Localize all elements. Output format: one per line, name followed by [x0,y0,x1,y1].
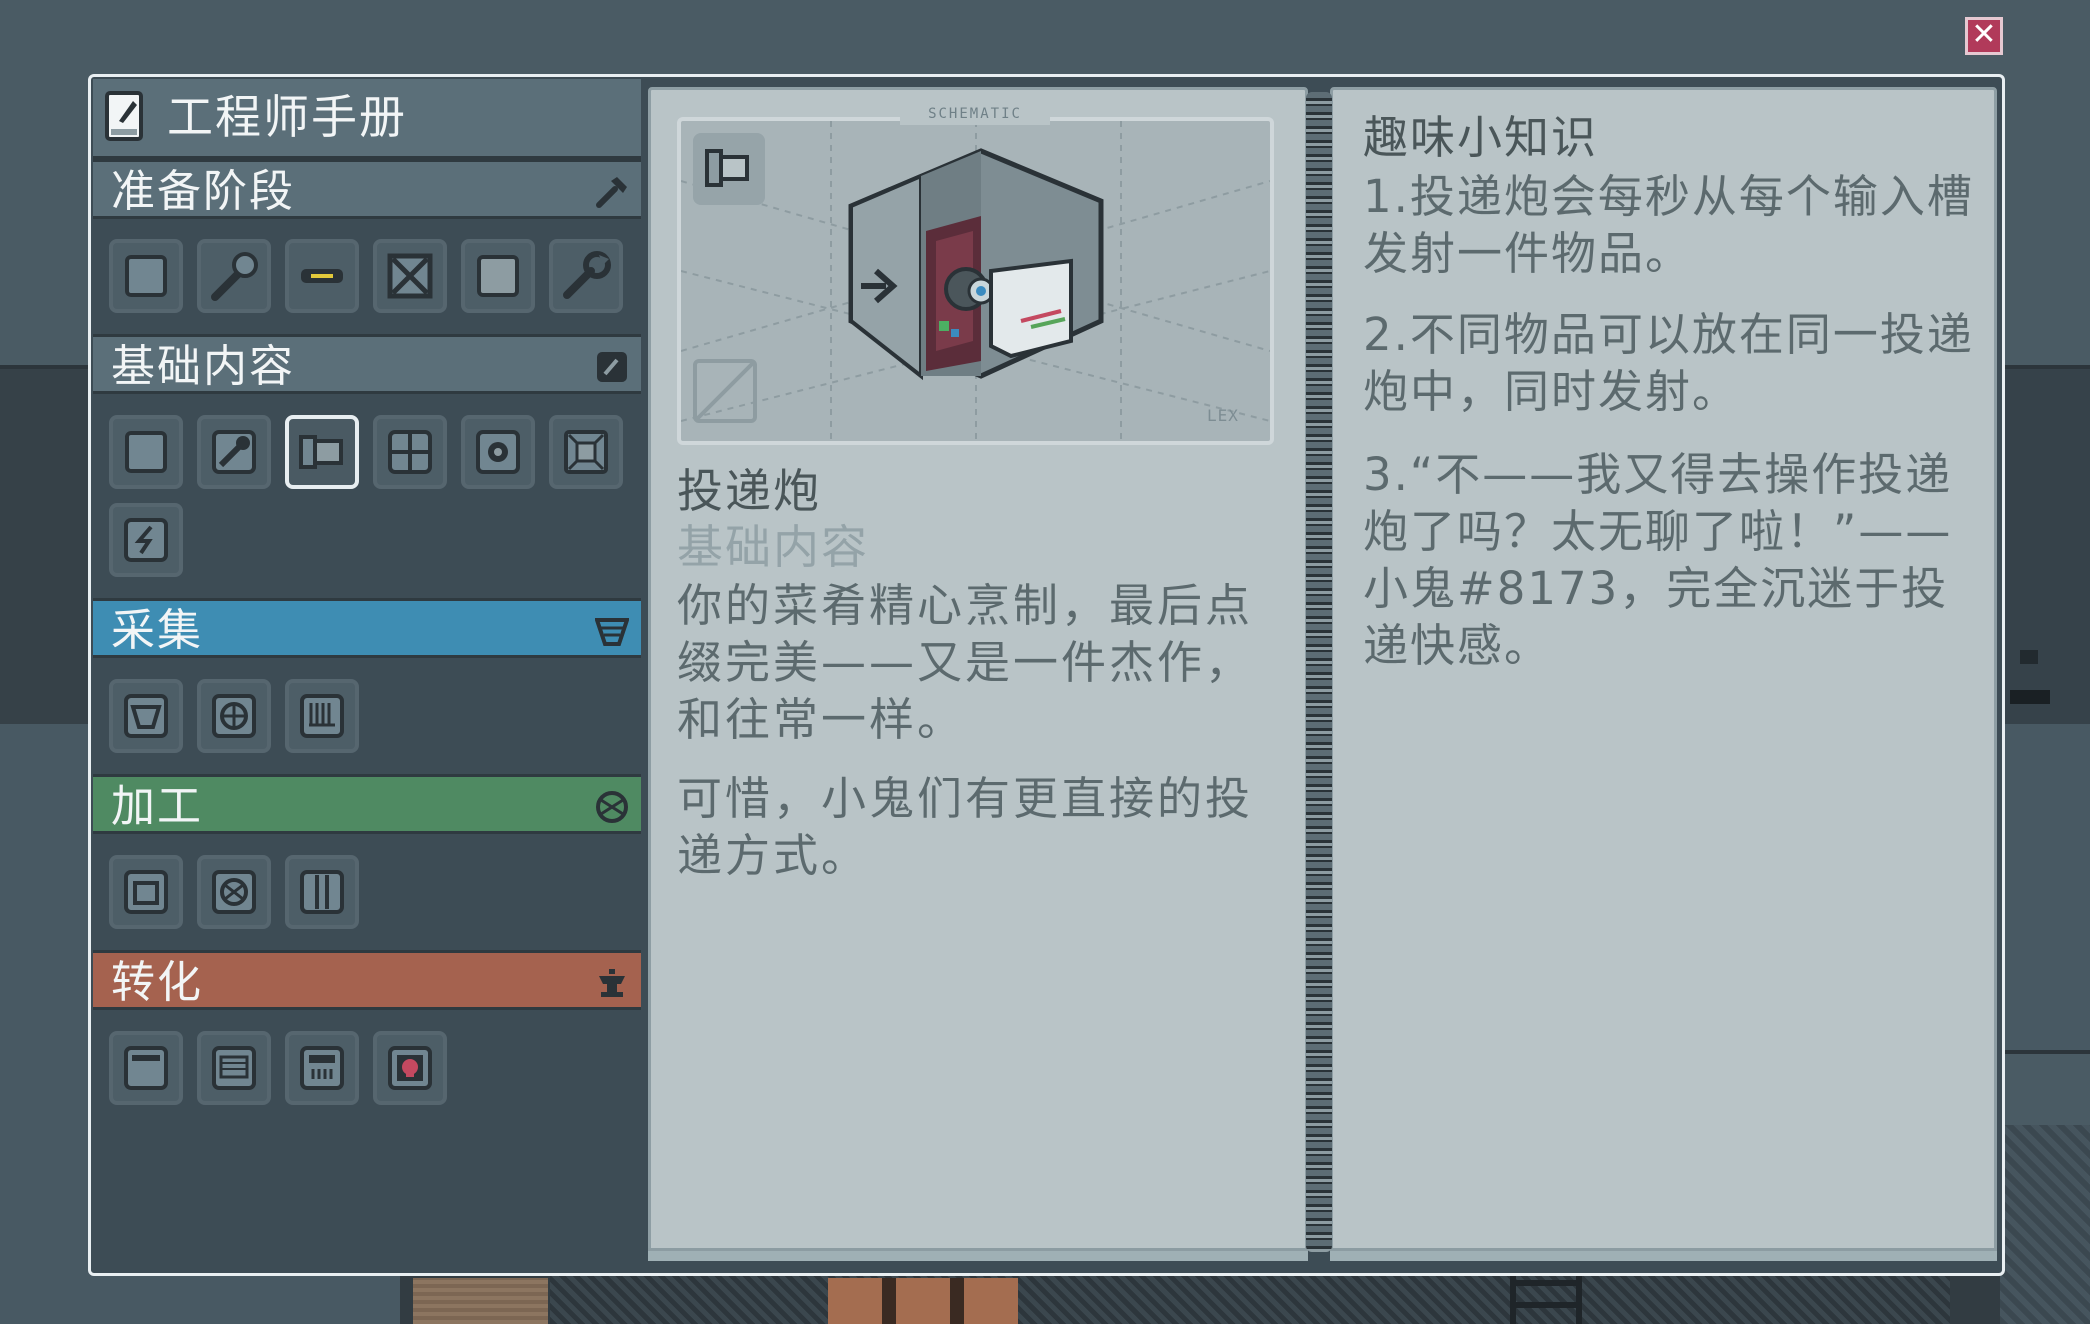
trivia-item: 3.“不——我又得去操作投递炮了吗？太无聊了啦！”——小鬼#8173，完全沉迷于… [1363,448,1953,672]
trivia-item: 2.不同物品可以放在同一投递炮中，同时发射。 [1363,308,1974,418]
cannon-icon [299,435,343,469]
item-description: 你的菜肴精心烹制，最后点缀完美——又是一件杰作，和往常一样。 [677,579,1254,746]
item-slot-cannon[interactable] [285,415,359,489]
item-slot-mesh[interactable] [197,1031,271,1105]
item-slot-comb[interactable] [285,679,359,753]
trivia-title: 趣味小知识 [1363,111,1599,164]
schematic-preview [677,117,1274,445]
item-slot-funnel[interactable] [109,679,183,753]
item-slot-bolt[interactable] [109,503,183,577]
furnace-icon [300,1046,344,1090]
panel-icon [300,870,344,914]
item-slot-hammer[interactable] [197,239,271,313]
spiral-binding [1306,92,1332,1252]
item-slot-oven[interactable] [109,1031,183,1105]
trivia-item: 1.投递炮会每秒从每个输入槽发射一件物品。 [1363,170,1974,280]
mesh-icon [212,1046,256,1090]
gear-icon [476,430,520,474]
background-grate-right [2000,1125,2090,1324]
sidebar: 工程师手册 准备阶段 基础内容 采集 加工 转化 [93,79,641,1273]
schematic-watermark: LEX [1207,406,1239,425]
category-label: 基础内容 [111,341,295,392]
hammer-icon [596,177,627,208]
grid-icon [388,430,432,474]
sphere-icon [596,791,628,823]
anvil-icon [599,969,625,997]
item-slot-gear[interactable] [461,415,535,489]
sidebar-title: 工程师手册 [167,90,407,144]
category-header-collect[interactable]: 采集 [93,598,641,658]
item-slot-grid[interactable] [373,415,447,489]
funnel-icon [595,618,629,646]
item-slot-crate[interactable] [373,239,447,313]
page-edge [648,1248,1308,1261]
item-slot-pen[interactable] [109,415,183,489]
close-button[interactable]: ✕ [1965,17,2003,55]
page-edge [1330,1248,1997,1261]
category-header-process[interactable]: 加工 [93,774,641,834]
item-slot-furnace[interactable] [285,1031,359,1105]
item-category: 基础内容 [677,520,869,574]
block-icon [477,255,519,297]
frame-icon [564,430,608,474]
category-header-convert[interactable]: 转化 [93,950,641,1010]
spawner-icon [125,255,167,297]
item-slot-fan[interactable] [197,679,271,753]
background-grate-floor [550,1275,1950,1324]
item-slot-block[interactable] [461,239,535,313]
pot-icon [124,870,168,914]
item-slot-skull[interactable] [373,1031,447,1105]
category-label: 采集 [111,605,203,656]
background-ladder [1510,1275,1582,1324]
cannon-icon [705,149,749,187]
schematic-item-badge [693,133,765,205]
item-name: 投递炮 [677,464,821,518]
category-label: 转化 [111,957,203,1008]
item-slot-frame[interactable] [549,415,623,489]
funnel-icon [124,694,168,738]
background-sand-tile [413,1278,548,1324]
category-label: 准备阶段 [111,166,295,217]
fan-icon [212,694,256,738]
pen-icon [125,431,167,473]
close-icon: ✕ [1971,17,1997,52]
background-machine [2010,650,2050,710]
notebook-icon [105,91,143,141]
bolt-icon [124,518,168,562]
background-brick-tile [828,1278,1018,1324]
crate-icon [387,253,433,299]
item-slot-wrench[interactable] [549,239,623,313]
skull-icon [388,1046,432,1090]
hammer-icon [212,430,256,474]
schematic-label: SCHEMATIC [900,103,1050,125]
oven-icon [124,1046,168,1090]
item-slot-belt[interactable] [285,239,359,313]
category-header-basic[interactable]: 基础内容 [93,334,641,394]
item-slot-hammer[interactable] [197,415,271,489]
item-slot-sphere[interactable] [197,855,271,929]
belt-icon [301,269,343,283]
schematic-drawing [681,121,1270,441]
item-slot-panel[interactable] [285,855,359,929]
item-slot-pot[interactable] [109,855,183,929]
item-description-extra: 可惜，小鬼们有更直接的投递方式。 [677,772,1254,882]
item-slot-spawner[interactable] [109,239,183,313]
sidebar-title-bar: 工程师手册 [93,79,641,160]
category-label: 加工 [111,781,203,832]
sphere-icon [212,870,256,914]
comb-icon [300,694,344,738]
pen-icon [597,352,627,382]
wrench-icon [563,251,611,299]
category-header-prep[interactable]: 准备阶段 [93,159,641,219]
hammer-icon [211,252,258,301]
